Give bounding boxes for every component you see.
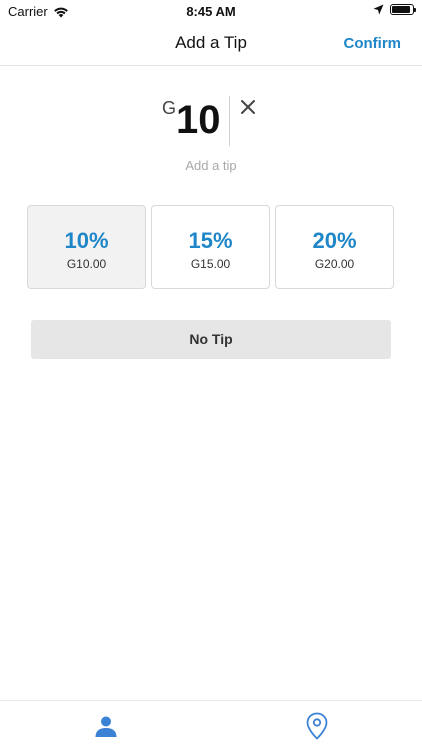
person-icon	[95, 716, 117, 737]
status-indicators	[373, 4, 416, 15]
amount-divider	[229, 96, 230, 146]
confirm-button[interactable]: Confirm	[344, 35, 402, 52]
location-pin-icon	[306, 712, 328, 740]
battery-icon	[390, 4, 416, 15]
close-icon	[241, 100, 255, 114]
tip-option-amount: G20.00	[314, 257, 355, 271]
tip-percent-options: 10% G10.00 15% G15.00 20% G20.00	[27, 205, 394, 289]
currency-symbol: G	[162, 98, 177, 118]
navigation-bar: Add a Tip Confirm	[0, 22, 422, 66]
status-bar: Carrier 8:45 AM	[0, 0, 422, 22]
tip-option-15[interactable]: 15% G15.00	[151, 205, 270, 289]
battery-level	[392, 6, 410, 13]
add-tip-hint: Add a tip	[185, 158, 237, 173]
status-time: 8:45 AM	[186, 4, 236, 19]
no-tip-button[interactable]: No Tip	[31, 320, 391, 359]
tab-location[interactable]	[302, 711, 332, 741]
tip-option-percent: 20%	[312, 228, 357, 253]
tip-option-amount: G10.00	[66, 257, 107, 271]
tip-option-20[interactable]: 20% G20.00	[275, 205, 394, 289]
tip-amount-display[interactable]: G 10	[0, 92, 422, 152]
tip-option-10[interactable]: 10% G10.00	[27, 205, 146, 289]
location-arrow-icon	[373, 4, 384, 15]
tip-option-percent: 15%	[188, 228, 233, 253]
tab-bar	[0, 700, 422, 750]
tip-amount-value[interactable]: 10	[176, 98, 221, 143]
tip-option-percent: 10%	[64, 228, 109, 253]
tab-profile[interactable]	[91, 711, 121, 741]
tip-option-amount: G15.00	[190, 257, 231, 271]
clear-amount-button[interactable]	[238, 96, 258, 120]
